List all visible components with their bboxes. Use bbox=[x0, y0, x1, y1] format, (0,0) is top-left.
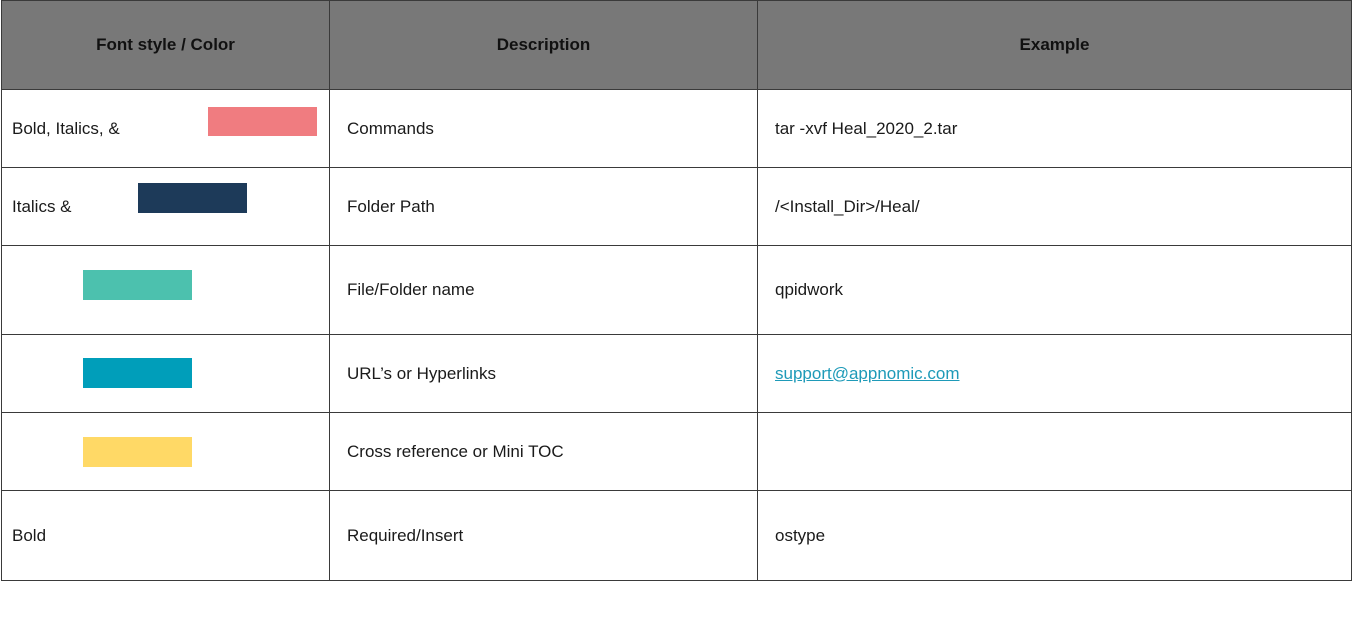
header-row: Font style / Color Description Example bbox=[1, 0, 1352, 90]
example-cell: /<Install_Dir>/Heal/ bbox=[757, 167, 1352, 246]
table-row-hyperlinks: URL’s or Hyperlinks support@appnomic.com bbox=[1, 334, 1352, 413]
table-header: Font style / Color Description Example bbox=[1, 0, 1352, 90]
description-cell: Commands bbox=[329, 89, 758, 168]
example-cell: ostype bbox=[757, 490, 1352, 581]
header-description: Description bbox=[329, 0, 758, 90]
description-cell: File/Folder name bbox=[329, 245, 758, 335]
description-cell: URL’s or Hyperlinks bbox=[329, 334, 758, 413]
table-row-commands: Bold, Italics, & Commands tar -xvf Heal_… bbox=[1, 89, 1352, 168]
example-cell: qpidwork bbox=[757, 245, 1352, 335]
font-style-label: Italics & bbox=[12, 196, 72, 216]
font-style-label: Bold, Italics, & bbox=[12, 118, 120, 138]
table-row-folder-path: Italics & Folder Path /<Install_Dir>/Hea… bbox=[1, 167, 1352, 246]
color-swatch-teal bbox=[83, 270, 192, 300]
table-row-cross-reference: Cross reference or Mini TOC bbox=[1, 412, 1352, 491]
color-swatch-blue bbox=[83, 358, 192, 388]
example-cell: support@appnomic.com bbox=[757, 334, 1352, 413]
color-swatch-yellow bbox=[83, 437, 192, 467]
table-body: Bold, Italics, & Commands tar -xvf Heal_… bbox=[1, 89, 1352, 581]
description-cell: Required/Insert bbox=[329, 490, 758, 581]
header-example: Example bbox=[757, 0, 1352, 90]
font-style-cell bbox=[1, 245, 330, 335]
font-style-cell bbox=[1, 412, 330, 491]
font-style-cell: Bold, Italics, & bbox=[1, 89, 330, 168]
color-swatch-pink bbox=[208, 107, 317, 136]
table-row-file-folder-name: File/Folder name qpidwork bbox=[1, 245, 1352, 335]
table-row-required-insert: Bold Required/Insert ostype bbox=[1, 490, 1352, 581]
font-style-cell: Italics & bbox=[1, 167, 330, 246]
description-cell: Folder Path bbox=[329, 167, 758, 246]
conventions-table: Font style / Color Description Example B… bbox=[1, 0, 1352, 581]
font-style-cell: Bold bbox=[1, 490, 330, 581]
example-cell: tar -xvf Heal_2020_2.tar bbox=[757, 89, 1352, 168]
support-email-link[interactable]: support@appnomic.com bbox=[775, 364, 960, 383]
color-swatch-navy bbox=[138, 183, 247, 213]
header-font-style: Font style / Color bbox=[1, 0, 330, 90]
font-style-label: Bold bbox=[12, 525, 47, 545]
description-cell: Cross reference or Mini TOC bbox=[329, 412, 758, 491]
example-cell bbox=[757, 412, 1352, 491]
font-style-cell bbox=[1, 334, 330, 413]
